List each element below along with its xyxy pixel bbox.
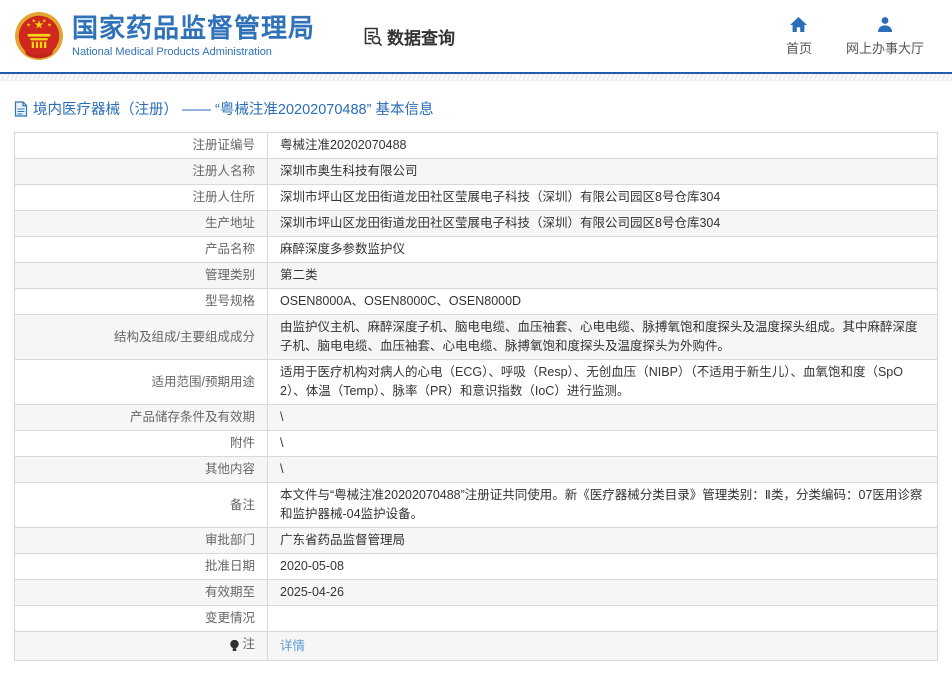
row-label: 注册人名称	[14, 158, 268, 185]
data-query-label: 数据查询	[387, 28, 456, 48]
row-value: \	[267, 404, 938, 431]
note-label-text: 注	[242, 637, 255, 651]
row-label: 产品储存条件及有效期	[14, 404, 268, 431]
org-name-en: National Medical Products Administration	[72, 46, 272, 58]
row-label: 注册证编号	[14, 132, 268, 159]
table-row: 注册人名称 深圳市奥生科技有限公司	[14, 158, 938, 185]
row-value: \	[267, 430, 938, 457]
row-label: 批准日期	[14, 553, 268, 580]
site-header: ★ ★ ★ ★ ★ 国家药品监督管理局 National Medical Pro…	[0, 0, 952, 72]
row-label: 型号规格	[14, 288, 268, 315]
table-row: 审批部门 广东省药品监督管理局	[14, 527, 938, 554]
table-row: 变更情况	[14, 605, 938, 632]
table-row: 产品名称 麻醉深度多参数监护仪	[14, 236, 938, 263]
row-label: 生产地址	[14, 210, 268, 237]
table-row: 有效期至 2025-04-26	[14, 579, 938, 606]
hatch-band	[0, 74, 952, 81]
page-title: 境内医疗器械（注册） —— “粤械注准20202070488” 基本信息	[33, 102, 434, 118]
table-row: 备注 本文件与“粤械注准20202070488”注册证共同使用。新《医疗器械分类…	[14, 482, 938, 528]
doc-search-icon	[364, 27, 383, 47]
row-label-note: 注	[14, 631, 268, 661]
row-value: \	[267, 456, 938, 483]
header-nav: 首页 网上办事大厅	[786, 16, 938, 57]
nav-item-service-hall[interactable]: 网上办事大厅	[846, 16, 924, 57]
row-label: 结构及组成/主要组成成分	[14, 314, 268, 360]
table-row: 附件 \	[14, 430, 938, 457]
row-label: 变更情况	[14, 605, 268, 632]
row-value: 适用于医疗机构对病人的心电（ECG）、呼吸（Resp）、无创血压（NIBP）（不…	[267, 359, 938, 405]
table-row: 适用范围/预期用途 适用于医疗机构对病人的心电（ECG）、呼吸（Resp）、无创…	[14, 359, 938, 405]
row-label: 适用范围/预期用途	[14, 359, 268, 405]
table-row-note: 注 详情	[14, 631, 938, 661]
row-value: OSEN8000A、OSEN8000C、OSEN8000D	[267, 288, 938, 315]
row-value: 麻醉深度多参数监护仪	[267, 236, 938, 263]
page-title-row: 境内医疗器械（注册） —— “粤械注准20202070488” 基本信息	[14, 98, 938, 119]
row-value: 深圳市坪山区龙田街道龙田社区莹展电子科技（深圳）有限公司园区8号仓库304	[267, 184, 938, 211]
row-value: 由监护仪主机、麻醉深度子机、脑电电缆、血压袖套、心电电缆、脉搏氧饱和度探头及温度…	[267, 314, 938, 360]
org-name-cn: 国家药品监督管理局	[72, 13, 316, 43]
table-row: 批准日期 2020-05-08	[14, 553, 938, 580]
row-label: 备注	[14, 482, 268, 528]
table-row: 生产地址 深圳市坪山区龙田街道龙田社区莹展电子科技（深圳）有限公司园区8号仓库3…	[14, 210, 938, 237]
row-value: 2020-05-08	[267, 553, 938, 580]
row-label: 审批部门	[14, 527, 268, 554]
nav-label-home: 首页	[785, 40, 812, 56]
row-label: 其他内容	[14, 456, 268, 483]
national-emblem-icon: ★ ★ ★ ★ ★	[15, 12, 63, 60]
person-icon	[877, 16, 892, 32]
row-label: 注册人住所	[14, 184, 268, 211]
document-icon	[14, 100, 28, 117]
row-value: 深圳市奥生科技有限公司	[267, 158, 938, 185]
table-row: 产品储存条件及有效期 \	[14, 404, 938, 431]
row-label: 附件	[14, 430, 268, 457]
registration-info-table: 注册证编号 粤械注准20202070488 注册人名称 深圳市奥生科技有限公司 …	[14, 132, 938, 661]
row-value	[267, 605, 938, 632]
row-value-note: 详情	[267, 631, 938, 661]
data-query-section[interactable]: 数据查询	[361, 24, 455, 49]
home-icon	[790, 16, 808, 32]
table-row: 注册证编号 粤械注准20202070488	[14, 132, 938, 159]
row-value: 粤械注准20202070488	[267, 132, 938, 159]
table-row: 型号规格 OSEN8000A、OSEN8000C、OSEN8000D	[14, 288, 938, 315]
nav-label-service-hall: 网上办事大厅	[845, 40, 924, 56]
row-value: 深圳市坪山区龙田街道龙田社区莹展电子科技（深圳）有限公司园区8号仓库304	[267, 210, 938, 237]
table-row: 其他内容 \	[14, 456, 938, 483]
row-label: 产品名称	[14, 236, 268, 263]
table-row: 注册人住所 深圳市坪山区龙田街道龙田社区莹展电子科技（深圳）有限公司园区8号仓库…	[14, 184, 938, 211]
row-value: 第二类	[267, 262, 938, 289]
row-value: 2025-04-26	[267, 579, 938, 606]
bulb-icon	[230, 639, 240, 651]
svg-text:★: ★	[47, 23, 52, 29]
row-label: 有效期至	[14, 579, 268, 606]
row-value: 本文件与“粤械注准20202070488”注册证共同使用。新《医疗器械分类目录》…	[267, 482, 938, 528]
row-label: 管理类别	[14, 262, 268, 289]
table-row: 结构及组成/主要组成成分 由监护仪主机、麻醉深度子机、脑电电缆、血压袖套、心电电…	[14, 314, 938, 360]
site-logo[interactable]: ★ ★ ★ ★ ★ 国家药品监督管理局 National Medical Pro…	[14, 11, 315, 61]
table-row: 管理类别 第二类	[14, 262, 938, 289]
nav-item-home[interactable]: 首页	[786, 16, 812, 57]
logo-text: 国家药品监督管理局 National Medical Products Admi…	[72, 13, 315, 59]
details-link[interactable]: 详情	[280, 639, 305, 653]
svg-text:★: ★	[31, 18, 36, 24]
row-value: 广东省药品监督管理局	[267, 527, 938, 554]
